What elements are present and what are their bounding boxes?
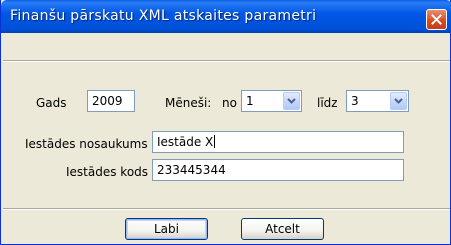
- to-month-value: 3: [351, 94, 359, 108]
- chevron-down-icon[interactable]: [390, 92, 407, 110]
- close-icon: [431, 14, 442, 25]
- from-label: no: [222, 96, 237, 110]
- ok-button[interactable]: Labi: [125, 218, 208, 240]
- institution-name-input[interactable]: Iestāde X: [152, 131, 404, 153]
- months-label: Mēneši:: [165, 96, 212, 110]
- chevron-down-icon[interactable]: [283, 92, 300, 110]
- institution-code-label: Iestādes kods: [66, 165, 149, 179]
- title-bar[interactable]: Finanšu pārskatu XML atskaites parametri: [1, 0, 451, 33]
- to-label: līdz: [317, 96, 338, 110]
- cancel-button[interactable]: Atcelt: [241, 218, 324, 240]
- from-month-select[interactable]: 1: [241, 90, 302, 112]
- text-caret: [214, 135, 216, 148]
- institution-code-input[interactable]: 233445344: [152, 159, 404, 181]
- institution-name-label: Iestādes nosaukums: [25, 137, 148, 151]
- bottom-separator: [3, 208, 450, 210]
- to-month-select[interactable]: 3: [346, 90, 409, 112]
- year-input[interactable]: 2009: [87, 90, 135, 112]
- top-separator: [3, 60, 450, 62]
- year-label: Gads: [36, 96, 67, 110]
- dialog-window: Finanšu pārskatu XML atskaites parametri…: [0, 0, 451, 245]
- from-month-value: 1: [246, 94, 254, 108]
- close-button[interactable]: [426, 9, 447, 30]
- window-title: Finanšu pārskatu XML atskaites parametri: [10, 8, 317, 24]
- institution-name-value: Iestāde X: [157, 135, 214, 149]
